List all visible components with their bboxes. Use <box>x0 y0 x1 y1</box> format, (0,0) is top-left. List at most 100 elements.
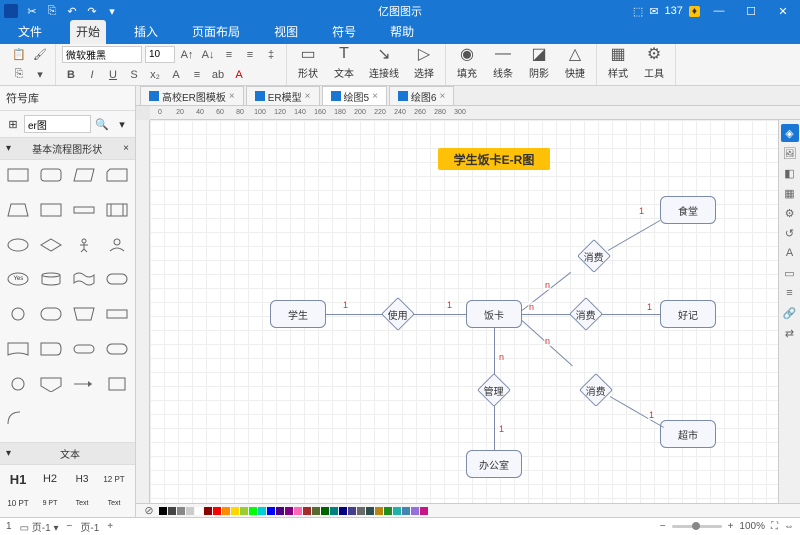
share-icon[interactable]: ⬚ <box>633 5 643 18</box>
undo-icon[interactable]: ↶ <box>64 3 80 19</box>
cut-icon[interactable]: ✂ <box>24 3 40 19</box>
color-swatch[interactable] <box>267 507 275 515</box>
color-swatch[interactable] <box>375 507 383 515</box>
color-swatch[interactable] <box>204 507 212 515</box>
subscript-icon[interactable]: x₂ <box>146 66 164 84</box>
search-dropdown-icon[interactable]: ▾ <box>113 115 131 133</box>
zoom-out-icon[interactable]: − <box>660 521 666 532</box>
shape-arrow[interactable] <box>70 373 99 395</box>
color-swatch[interactable] <box>294 507 302 515</box>
text-h2[interactable]: H2 <box>36 469 64 489</box>
tab-3[interactable]: 绘图6× <box>389 86 454 105</box>
tab-1[interactable]: ER模型× <box>246 86 320 105</box>
quick-button[interactable]: △快捷 <box>560 44 590 85</box>
font-color-icon[interactable]: A <box>230 66 248 84</box>
shape-arc[interactable] <box>4 407 33 429</box>
color-swatch[interactable] <box>411 507 419 515</box>
color-swatch[interactable] <box>339 507 347 515</box>
entity-note[interactable]: 好记 <box>660 300 716 328</box>
color-swatch[interactable] <box>186 507 194 515</box>
fullwidth-icon[interactable]: ⇔ <box>784 521 794 532</box>
page-next-icon[interactable]: + <box>107 521 113 532</box>
shape-button[interactable]: ▭形状 <box>293 44 323 85</box>
select-button[interactable]: ▷选择 <box>409 44 439 85</box>
color-swatch[interactable] <box>330 507 338 515</box>
minimize-button[interactable]: — <box>706 0 732 22</box>
font-size-select[interactable] <box>145 46 175 63</box>
color-swatch[interactable] <box>240 507 248 515</box>
history-icon[interactable]: ↺ <box>781 224 799 242</box>
decrease-font-icon[interactable]: A↓ <box>199 46 217 64</box>
shape-roundrect[interactable] <box>37 164 66 186</box>
bold-icon[interactable]: B <box>62 66 80 84</box>
menu-view[interactable]: 视图 <box>268 20 304 44</box>
relation-manage[interactable]: 管理 <box>477 373 511 407</box>
shape-term[interactable] <box>37 338 66 360</box>
text-12pt[interactable]: 12 PT <box>100 469 128 489</box>
text-section[interactable]: ▾ 文本 <box>0 442 135 465</box>
highlight-icon[interactable]: ab <box>209 66 227 84</box>
color-swatch[interactable] <box>384 507 392 515</box>
big-a-icon[interactable]: A <box>781 244 799 262</box>
page-dropdown[interactable]: ▭ 页-1 ▾ <box>20 519 59 534</box>
list-icon[interactable]: ≡ <box>781 284 799 302</box>
color-swatch[interactable] <box>177 507 185 515</box>
menu-file[interactable]: 文件 <box>12 20 48 44</box>
link-icon[interactable]: 🔗 <box>781 304 799 322</box>
shape-bracket[interactable] <box>102 303 131 325</box>
color-swatch[interactable] <box>393 507 401 515</box>
text-t2[interactable]: Text <box>100 493 128 513</box>
shape-vbar[interactable] <box>102 199 131 221</box>
entity-market[interactable]: 超市 <box>660 420 716 448</box>
text-9pt[interactable]: 9 PT <box>36 493 64 513</box>
search-icon[interactable]: 🔍 <box>93 115 111 133</box>
relation-consume1[interactable]: 消费 <box>577 239 611 273</box>
underline-icon[interactable]: U <box>104 66 122 84</box>
library-add-icon[interactable]: ⊞ <box>4 115 22 133</box>
shape-banner[interactable] <box>4 338 33 360</box>
shadow-button[interactable]: ◪阴影 <box>524 44 554 85</box>
text-button[interactable]: T文本 <box>329 44 359 85</box>
shape-card[interactable] <box>102 164 131 186</box>
line-button[interactable]: —线条 <box>488 44 518 85</box>
text-t1[interactable]: Text <box>68 493 96 513</box>
page-icon[interactable]: ▭ <box>781 264 799 282</box>
numbering-icon[interactable]: ≡ <box>241 46 259 64</box>
shape-ellipse[interactable] <box>4 234 33 256</box>
shape-user[interactable] <box>102 234 131 256</box>
symbol-search-input[interactable] <box>24 115 91 133</box>
spacing-icon[interactable]: ‡ <box>262 46 280 64</box>
shape-rect[interactable] <box>4 164 33 186</box>
increase-font-icon[interactable]: A↑ <box>178 46 196 64</box>
color-swatch[interactable] <box>420 507 428 515</box>
text-10pt[interactable]: 10 PT <box>4 493 32 513</box>
shape-roundpill[interactable] <box>102 338 131 360</box>
user-icon[interactable]: 👤 <box>613 5 627 18</box>
shape-circ2[interactable] <box>4 373 33 395</box>
shape-pentagon[interactable] <box>37 373 66 395</box>
bullets-icon[interactable]: ≡ <box>220 46 238 64</box>
fill-button[interactable]: ◉填充 <box>452 44 482 85</box>
connector-button[interactable]: ↘连接线 <box>365 44 403 85</box>
canvas[interactable]: 学生饭卡E-R图 学生 饭卡 食堂 好记 超市 办公室 使用 消费 消费 消费 … <box>150 120 778 503</box>
color-swatch[interactable] <box>348 507 356 515</box>
color-swatch[interactable] <box>285 507 293 515</box>
color-swatch[interactable] <box>213 507 221 515</box>
relation-use[interactable]: 使用 <box>381 297 415 331</box>
tab-close-icon[interactable]: × <box>439 91 445 102</box>
italic-icon[interactable]: I <box>83 66 101 84</box>
entity-student[interactable]: 学生 <box>270 300 326 328</box>
shape-circle[interactable] <box>4 303 33 325</box>
style-button[interactable]: ▦样式 <box>603 44 633 85</box>
menu-help[interactable]: 帮助 <box>384 20 420 44</box>
page-prev-icon[interactable]: − <box>67 521 73 532</box>
theme-icon[interactable]: ◈ <box>781 124 799 142</box>
shape-trap2[interactable] <box>70 303 99 325</box>
shape-bar[interactable] <box>70 199 99 221</box>
data-icon[interactable]: ▦ <box>781 184 799 202</box>
text-color-icon[interactable]: A <box>167 66 185 84</box>
menu-start[interactable]: 开始 <box>70 20 106 44</box>
format-painter-icon[interactable]: 🖌 <box>31 46 49 64</box>
layers-icon[interactable]: ◧ <box>781 164 799 182</box>
maximize-button[interactable]: ☐ <box>738 0 764 22</box>
